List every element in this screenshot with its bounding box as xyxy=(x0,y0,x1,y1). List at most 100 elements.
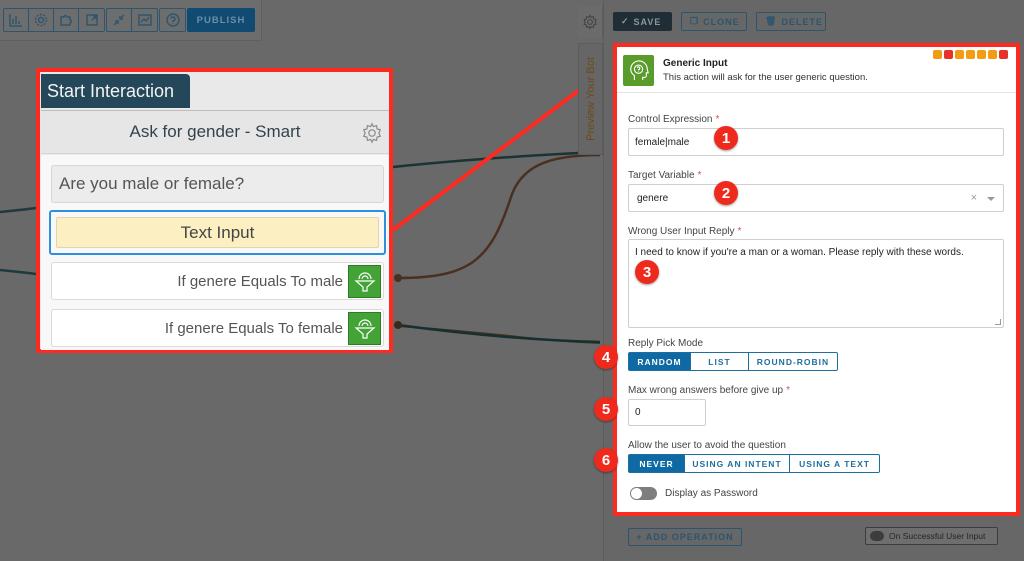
settings-button[interactable] xyxy=(29,9,54,31)
avoid-question-group: NEVER USING AN INTENT USING A TEXT xyxy=(628,454,880,473)
connector-wire xyxy=(0,268,37,276)
action-form: Generic Input This action will ask for t… xyxy=(613,43,1020,516)
phone-channel-icon xyxy=(999,50,1008,59)
max-wrong-input[interactable]: 0 xyxy=(628,399,706,426)
connector-dot xyxy=(394,274,402,282)
annotation-badge: 4 xyxy=(594,345,618,369)
on-success-label: On Successful User Input xyxy=(889,531,986,541)
reply-pick-mode-group: RANDOM LIST ROUND-ROBIN xyxy=(628,352,838,371)
annotation-arrow xyxy=(391,68,608,232)
analytics-button[interactable] xyxy=(132,9,157,31)
on-success-button[interactable]: On Successful User Input xyxy=(865,527,998,545)
option-using-intent[interactable]: USING AN INTENT xyxy=(685,455,790,472)
toolbar-group-view xyxy=(106,8,158,32)
canvas-toolbar: PUBLISH xyxy=(0,0,262,41)
analytics-icon xyxy=(137,14,152,26)
option-random[interactable]: RANDOM xyxy=(629,353,691,370)
help-icon xyxy=(165,13,180,27)
check-icon: ✓ xyxy=(621,16,630,26)
export-icon xyxy=(85,14,98,26)
annotation-badge: 1 xyxy=(714,126,738,150)
whatsapp-channel-icon xyxy=(966,50,975,59)
clear-icon[interactable]: × xyxy=(971,192,977,204)
plugins-button[interactable] xyxy=(54,9,79,31)
node-text-input-block[interactable]: Text Input xyxy=(49,210,386,255)
add-operation-button[interactable]: + ADD OPERATION xyxy=(628,528,742,546)
lightning-icon xyxy=(870,531,884,541)
collapse-icon xyxy=(113,14,125,26)
form-header: Generic Input This action will ask for t… xyxy=(617,47,1016,93)
toolbar-group-help xyxy=(159,8,186,32)
delete-label: DELETE xyxy=(781,16,823,27)
clone-button[interactable]: ❐ CLONE xyxy=(681,12,747,31)
wrong-reply-textarea[interactable]: I need to know if you're a man or a woma… xyxy=(628,239,1004,328)
control-expression-label: Control Expression * xyxy=(628,114,720,125)
gear-icon xyxy=(583,14,597,30)
avoid-question-label: Allow the user to avoid the question xyxy=(628,440,786,451)
clone-label: CLONE xyxy=(703,16,740,27)
annotation-badge: 3 xyxy=(635,260,659,284)
max-wrong-label: Max wrong answers before give up * xyxy=(628,385,790,396)
preview-tab-label: Preview Your Bot xyxy=(584,57,597,141)
web-channel-icon xyxy=(933,50,942,59)
toolbar-group-main xyxy=(3,8,105,32)
head-question-icon xyxy=(623,55,654,86)
puzzle-icon xyxy=(60,14,73,26)
node-header: Ask for gender - Smart xyxy=(41,110,389,154)
save-label: SAVE xyxy=(633,16,662,27)
api-channel-icon xyxy=(988,50,997,59)
help-button[interactable] xyxy=(160,9,185,31)
delete-button[interactable]: 🗑 DELETE xyxy=(756,12,826,31)
gear-icon xyxy=(34,13,48,27)
stats-button[interactable] xyxy=(4,9,29,31)
condition-male[interactable]: If genere Equals To male xyxy=(51,262,384,300)
connector-dot xyxy=(394,321,402,329)
copy-icon: ❐ xyxy=(690,16,700,26)
publish-button[interactable]: PUBLISH xyxy=(187,8,255,32)
connector-wire xyxy=(0,206,37,214)
condition-label: If genere Equals To male xyxy=(177,272,343,290)
condition-female[interactable]: If genere Equals To female xyxy=(51,309,384,347)
annotation-badge: 2 xyxy=(714,181,738,205)
telegram-channel-icon xyxy=(977,50,986,59)
gear-icon[interactable] xyxy=(361,122,383,144)
option-list[interactable]: LIST xyxy=(691,353,749,370)
annotation-badge: 6 xyxy=(594,448,618,472)
condition-label: If genere Equals To female xyxy=(164,319,343,337)
option-using-text[interactable]: USING A TEXT xyxy=(790,455,879,472)
option-never[interactable]: NEVER xyxy=(629,455,685,472)
channel-icons xyxy=(933,50,1008,59)
control-expression-input[interactable]: female|male xyxy=(628,128,1004,156)
wrong-reply-label: Wrong User Input Reply * xyxy=(628,226,742,237)
resize-handle[interactable] xyxy=(995,319,1001,325)
interaction-node[interactable]: Start Interaction Ask for gender - Smart… xyxy=(36,68,393,353)
panel-settings-button[interactable] xyxy=(578,6,603,38)
sms-channel-icon xyxy=(944,50,953,59)
node-body: Are you male or female? Text Input If ge… xyxy=(41,155,389,350)
display-password-label: Display as Password xyxy=(665,488,758,499)
node-type-tab: Start Interaction xyxy=(41,74,190,108)
collapse-button[interactable] xyxy=(107,9,132,31)
connector-wire xyxy=(397,153,601,280)
target-variable-label: Target Variable * xyxy=(628,170,702,181)
wrong-reply-text: I need to know if you're a man or a woma… xyxy=(635,247,964,258)
messenger-channel-icon xyxy=(955,50,964,59)
form-description: This action will ask for the user generi… xyxy=(663,72,868,83)
save-button[interactable]: ✓ SAVE xyxy=(613,12,672,31)
node-question-block[interactable]: Are you male or female? xyxy=(51,165,384,203)
display-password-toggle[interactable] xyxy=(630,487,657,500)
node-title: Ask for gender - Smart xyxy=(129,122,301,141)
filter-gear-icon xyxy=(348,265,381,298)
chart-icon xyxy=(9,14,22,27)
chevron-down-icon[interactable] xyxy=(987,197,995,201)
target-variable-select[interactable]: genere × xyxy=(628,184,1004,212)
target-variable-value: genere xyxy=(637,192,669,204)
trash-icon: 🗑 xyxy=(765,16,778,26)
option-round-robin[interactable]: ROUND-ROBIN xyxy=(749,353,837,370)
text-input-label: Text Input xyxy=(56,217,379,248)
filter-gear-icon xyxy=(348,312,381,345)
reply-pick-mode-label: Reply Pick Mode xyxy=(628,338,704,349)
preview-bot-tab[interactable]: Preview Your Bot xyxy=(578,43,603,155)
export-button[interactable] xyxy=(79,9,104,31)
form-title: Generic Input xyxy=(663,58,728,69)
